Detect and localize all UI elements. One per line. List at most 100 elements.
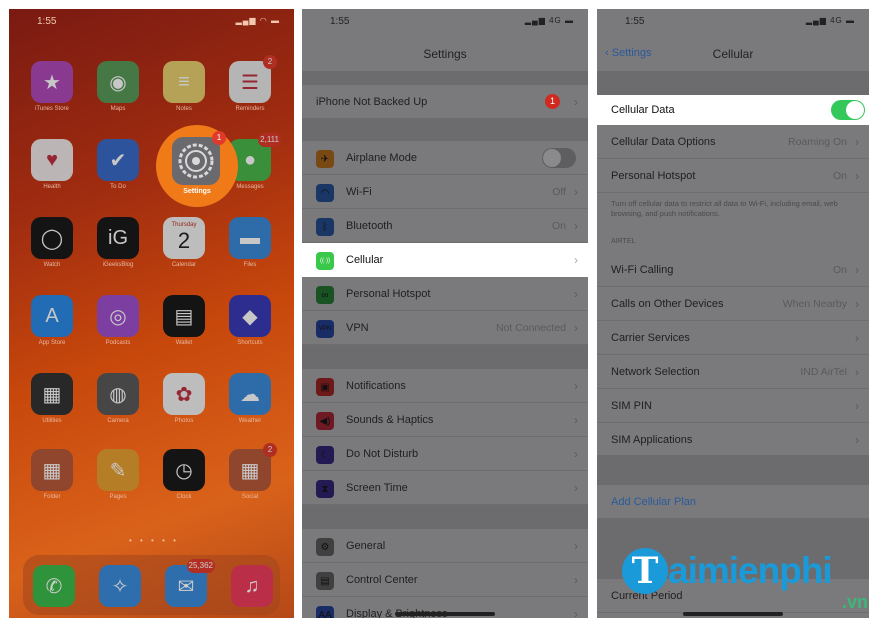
app-label: Notes — [176, 106, 192, 112]
watermark-text: aimienphi — [668, 550, 833, 591]
mail-icon: ✉ 25,362 — [165, 559, 215, 607]
dock-app[interactable]: ✆ — [31, 565, 77, 607]
row-label: Control Center — [346, 574, 418, 586]
app-label: Watch — [43, 262, 61, 268]
settings-row-personal-hotspot[interactable]: ∞ Personal Hotspot › — [302, 277, 588, 311]
toggle-knob — [543, 149, 561, 167]
cellular-row-sim-applications[interactable]: SIM Applications › — [597, 423, 869, 457]
page-dots: • • • • • — [129, 536, 179, 545]
app-health[interactable]: ♥ Health — [29, 139, 75, 190]
row-label: SIM Applications — [611, 434, 693, 446]
settings-row-notifications[interactable]: ▣ Notifications › — [302, 369, 588, 403]
row-label: Calls on Other Devices — [611, 298, 724, 310]
app-folder[interactable]: ▦ Folder — [29, 449, 75, 500]
cellular-row-sim-pin[interactable]: SIM PIN › — [597, 389, 869, 423]
signal-icon: ▂▄▆ 4G ▬ — [524, 16, 574, 25]
status-bar: 1:55 ▂▄▆ ◠ ▬ — [9, 9, 294, 33]
app-weather[interactable]: ☁ Weather — [227, 373, 273, 424]
chevron-right-icon: › — [855, 135, 859, 149]
settings-row-airplane-mode[interactable]: ✈ Airplane Mode — [302, 141, 588, 175]
add-cellular-plan-link[interactable]: Add Cellular Plan — [611, 496, 696, 508]
settings-row-bluetooth[interactable]: ᛒ Bluetooth On › — [302, 209, 588, 243]
settings-row-general[interactable]: ⚙ General › — [302, 529, 588, 563]
airplane-mode-toggle[interactable] — [542, 148, 576, 168]
app-calendar[interactable]: Thursday 2 Calendar — [161, 217, 207, 268]
app-notes[interactable]: ≡ Notes — [161, 61, 207, 112]
app-label: iTunes Store — [35, 106, 69, 112]
watermark-suffix: .vn — [841, 592, 868, 612]
shortcuts-icon: ◆ — [229, 295, 271, 337]
settings-row-do-not-disturb[interactable]: ☾ Do Not Disturb › — [302, 437, 588, 471]
igb-icon: iG — [97, 217, 139, 259]
app-utilities[interactable]: ▦ Utilities — [29, 373, 75, 424]
watermark-letter: T — [622, 548, 668, 594]
app-label: Files — [243, 262, 257, 268]
status-time: 1:55 — [330, 16, 350, 27]
app-photos[interactable]: ✿ Photos — [161, 373, 207, 424]
display-icon: AA — [316, 606, 334, 618]
music-icon: ♫ — [231, 565, 273, 607]
app-social[interactable]: ▦ 2 Social — [227, 443, 277, 500]
network-type: 4G — [830, 16, 843, 25]
settings-row-vpn[interactable]: VPN VPN Not Connected › — [302, 311, 588, 345]
app-shortcuts[interactable]: ◆ Shortcuts — [227, 295, 273, 346]
app-to-do[interactable]: ✔ To Do — [95, 139, 141, 190]
app-label: App Store — [38, 340, 66, 346]
settings-row-wi-fi[interactable]: ◠ Wi-Fi Off › — [302, 175, 588, 209]
app-podcasts[interactable]: ◎ Podcasts — [95, 295, 141, 346]
page-title: Cellular — [712, 47, 754, 61]
chevron-right-icon: › — [574, 573, 578, 587]
settings-row-screen-time[interactable]: ⧗ Screen Time › — [302, 471, 588, 505]
cellular-row-wi-fi-calling[interactable]: Wi-Fi Calling On › — [597, 253, 869, 287]
cellular-row-carrier-services[interactable]: Carrier Services › — [597, 321, 869, 355]
settings-row-control-center[interactable]: ▤ Control Center › — [302, 563, 588, 597]
app-files[interactable]: ▬ Files — [227, 217, 273, 268]
app-badge: 2 — [263, 443, 277, 457]
section-gap — [597, 455, 869, 485]
wifi-icon: ◠ — [316, 184, 334, 202]
cellular-panel: 1:55 ▂▄▆ 4G ▬ ‹ Settings Cellular Cellul… — [597, 9, 869, 618]
section-gap — [302, 71, 588, 85]
status-time: 1:55 — [37, 16, 57, 27]
cellular-row-cellular-data-options[interactable]: Cellular Data Options Roaming On › — [597, 125, 869, 159]
cellular-row-personal-hotspot[interactable]: Personal Hotspot On › — [597, 159, 869, 193]
dock-app[interactable]: ✧ — [97, 565, 143, 607]
settings-app-icon[interactable]: 1 — [172, 131, 226, 185]
status-bar: 1:55 ▂▄▆ 4G ▬ — [302, 9, 588, 33]
app-label: Folder — [43, 494, 61, 500]
app-watch[interactable]: ◯ Watch — [29, 217, 75, 268]
app-label: Camera — [107, 418, 129, 424]
star-icon: ★ — [31, 61, 73, 103]
app-pages[interactable]: ✎ Pages — [95, 449, 141, 500]
cellular-row-network-selection[interactable]: Network Selection IND AirTel › — [597, 355, 869, 389]
app-camera[interactable]: ◍ Camera — [95, 373, 141, 424]
cellular-data-row[interactable]: Cellular Data — [597, 95, 869, 125]
dock-app[interactable]: ♫ — [229, 565, 275, 607]
add-plan-row[interactable]: Add Cellular Plan — [597, 485, 869, 519]
folder-icon: ▬ — [229, 217, 271, 259]
chevron-right-icon: › — [574, 539, 578, 553]
chevron-right-icon: › — [574, 481, 578, 495]
appstore-icon: A — [31, 295, 73, 337]
app-clock[interactable]: ◷ Clock — [161, 449, 207, 500]
cellular-note: Turn off cellular data to restrict all d… — [611, 199, 838, 218]
settings-row-sounds-haptics[interactable]: ◀) Sounds & Haptics › — [302, 403, 588, 437]
cellular-data-toggle[interactable] — [831, 100, 865, 120]
section-gap — [302, 345, 588, 369]
backup-row[interactable]: iPhone Not Backed Up 1 › — [302, 85, 588, 119]
app-badge: 25,362 — [186, 559, 215, 573]
settings-row-cellular[interactable]: ((·)) Cellular › — [302, 243, 588, 277]
app-reminders[interactable]: ☰ 2 Reminders — [227, 55, 277, 112]
app-app-store[interactable]: A App Store — [29, 295, 75, 346]
gear-icon — [178, 143, 214, 179]
app-label: Utilities — [42, 418, 62, 424]
gear-icon: ⚙ — [316, 538, 334, 556]
cellular-row-calls-on-other-devices[interactable]: Calls on Other Devices When Nearby › — [597, 287, 869, 321]
app-wallet[interactable]: ▤ Wallet — [161, 295, 207, 346]
app-igeeksblog[interactable]: iG iGeeksBlog — [95, 217, 141, 268]
dock-app[interactable]: ✉ 25,362 — [163, 559, 215, 607]
app-maps[interactable]: ◉ Maps — [95, 61, 141, 112]
app-itunes-store[interactable]: ★ iTunes Store — [29, 61, 75, 112]
app-label: iGeeksBlog — [102, 262, 134, 268]
chevron-right-icon: › — [574, 95, 578, 109]
